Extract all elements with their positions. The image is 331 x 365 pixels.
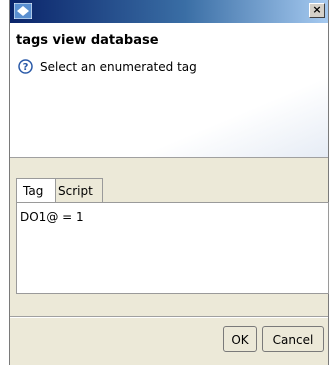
help-icon: ? <box>18 59 33 74</box>
svg-text:?: ? <box>23 62 29 73</box>
close-icon: × <box>312 3 322 16</box>
background-edge <box>0 0 9 365</box>
tab-script[interactable]: Script <box>51 178 103 202</box>
app-icon <box>13 2 33 20</box>
ok-button[interactable]: OK <box>223 326 257 352</box>
dialog-message: Select an enumerated tag <box>40 60 197 74</box>
cancel-button[interactable]: Cancel <box>262 326 324 352</box>
button-separator <box>10 316 328 318</box>
script-text: DO1@ = 1 <box>20 210 84 224</box>
script-editor[interactable]: DO1@ = 1 <box>16 202 329 294</box>
tab-script-label: Script <box>58 184 93 198</box>
tab-tag[interactable]: Tag <box>16 178 56 202</box>
close-button[interactable]: × <box>309 3 325 18</box>
dialog-window: × tags view database ? Select an enumera… <box>9 0 329 365</box>
tab-tag-label: Tag <box>23 184 44 198</box>
title-bar: × <box>10 0 328 23</box>
dialog-title: tags view database <box>16 33 159 48</box>
